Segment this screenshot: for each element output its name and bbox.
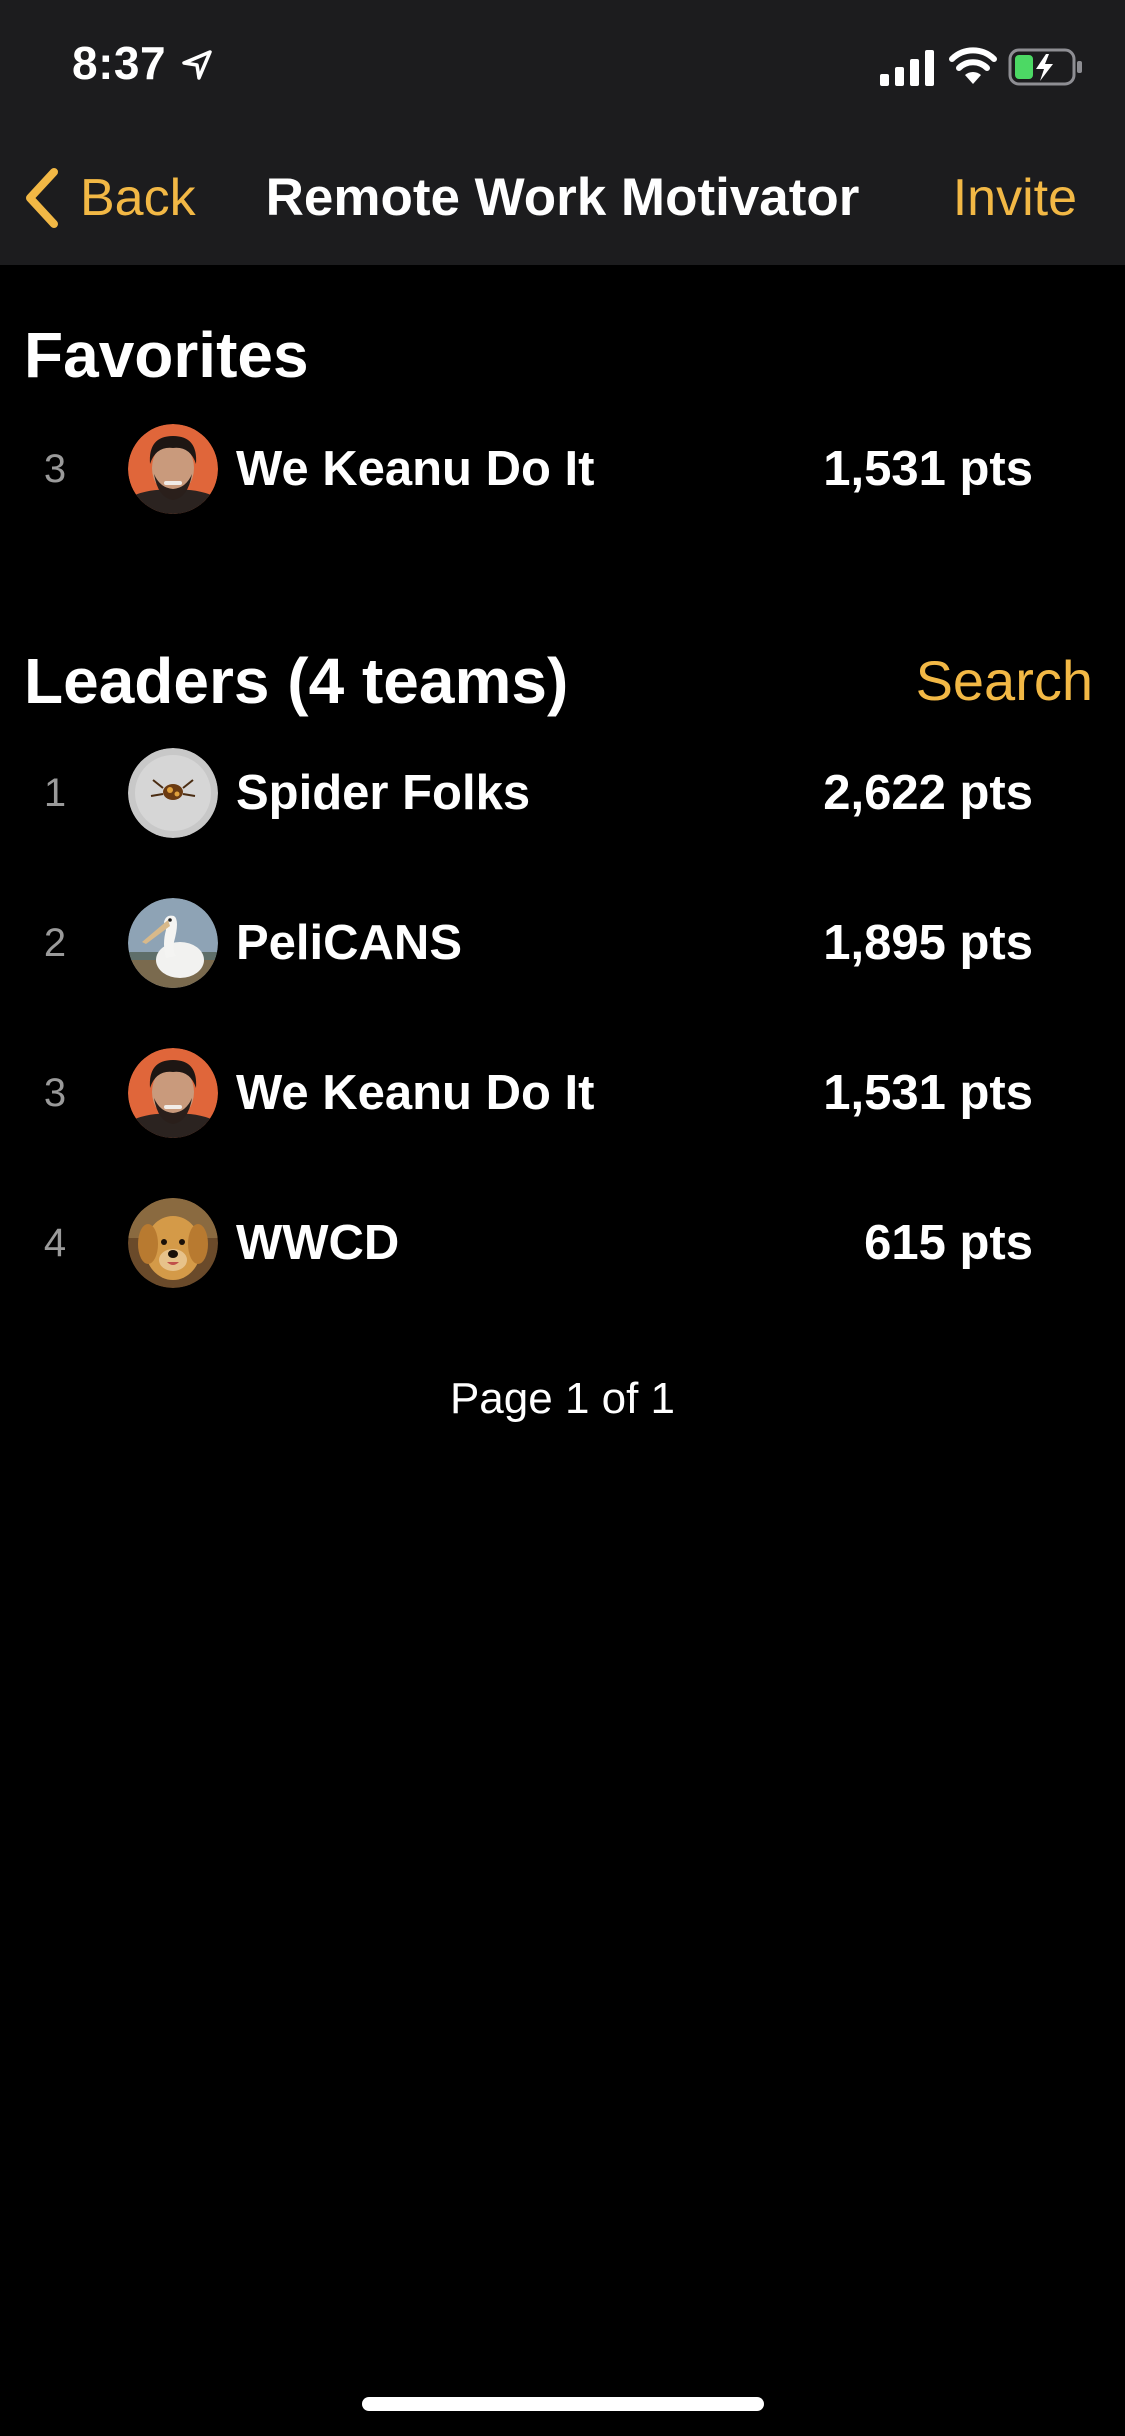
team-name: PeliCANS (236, 916, 463, 970)
team-name: We Keanu Do It (236, 442, 595, 496)
back-label: Back (80, 169, 196, 227)
wifi-icon (949, 47, 997, 84)
status-time: 8:37 (72, 37, 167, 89)
rank-number: 3 (43, 1071, 67, 1115)
leader-row[interactable]: 1 Spider Folks 2,622 pts (0, 738, 1125, 848)
chevron-left-icon (26, 168, 58, 228)
location-arrow-icon (182, 50, 212, 80)
team-avatar-keanu (128, 1048, 218, 1138)
team-name: WWCD (236, 1216, 400, 1270)
leader-row[interactable]: 2 PeliCANS 1,895 pts (0, 888, 1125, 998)
team-points: 1,895 pts (823, 916, 1033, 970)
status-bar: 8:37 (0, 0, 1125, 132)
rank-number: 1 (43, 771, 67, 815)
leader-row[interactable]: 3 We Keanu Do It 1,531 pts (0, 1038, 1125, 1148)
team-points: 2,622 pts (823, 766, 1033, 820)
back-button[interactable]: Back (22, 162, 196, 234)
page-indicator: Page 1 of 1 (449, 1374, 676, 1423)
favorite-row[interactable]: 3 We Keanu Do It 1,531 pts (0, 414, 1125, 524)
nav-bar: Remote Work Motivator Back Invite (0, 132, 1125, 265)
favorites-header: Favorites (24, 319, 309, 391)
team-avatar-dog (128, 1198, 218, 1288)
team-points: 1,531 pts (823, 1066, 1033, 1120)
team-avatar-spider (128, 748, 218, 838)
leader-row[interactable]: 4 WWCD 615 pts (0, 1188, 1125, 1298)
invite-button[interactable]: Invite (953, 162, 1077, 234)
team-avatar-pelican (128, 898, 218, 988)
leaders-header: Leaders (4 teams) (24, 645, 569, 717)
rank-number: 2 (43, 921, 67, 965)
team-points: 615 pts (864, 1216, 1033, 1270)
search-button[interactable]: Search (916, 648, 1093, 713)
team-avatar-keanu (128, 424, 218, 514)
top-bar: 8:37 Remote Work Motivator Back Invite (0, 0, 1125, 265)
battery-charging-icon (1008, 48, 1082, 86)
team-points: 1,531 pts (823, 442, 1033, 496)
home-indicator[interactable] (362, 2397, 764, 2411)
team-name: We Keanu Do It (236, 1066, 595, 1120)
cellular-signal-icon (880, 50, 934, 86)
rank-number: 3 (43, 447, 67, 491)
team-name: Spider Folks (236, 766, 531, 820)
rank-number: 4 (43, 1221, 67, 1265)
